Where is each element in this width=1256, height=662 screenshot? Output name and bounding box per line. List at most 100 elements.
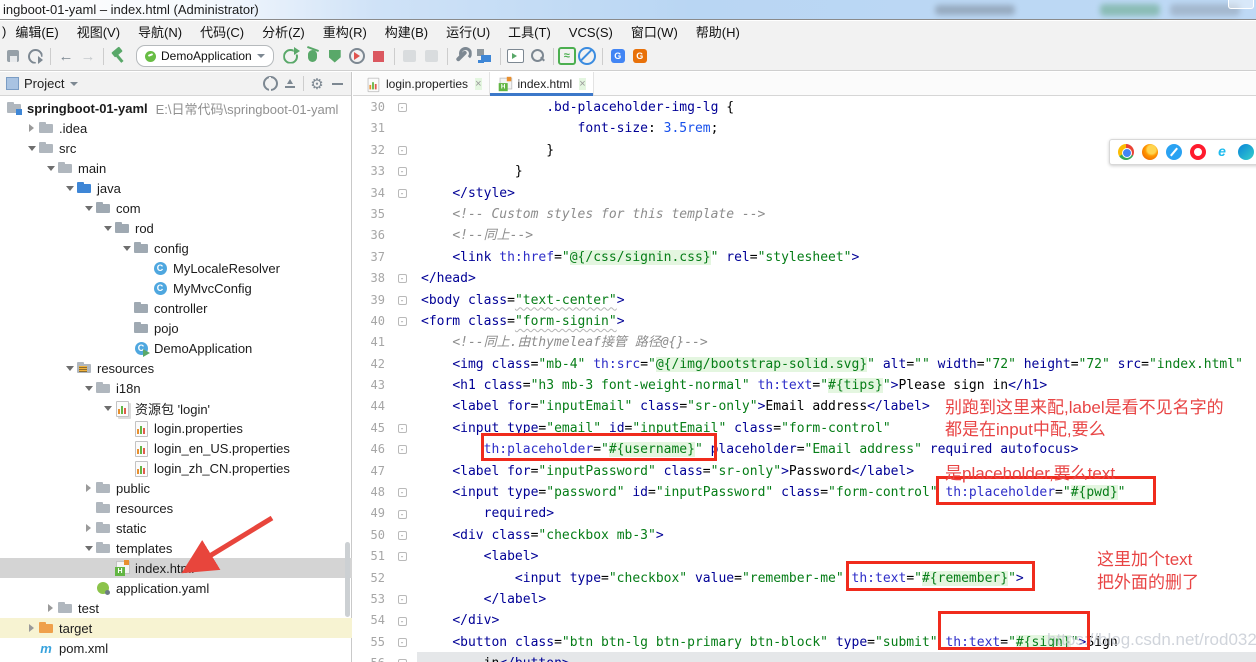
code-line-39[interactable]: 39-<body class="text-center"> <box>353 290 1256 311</box>
opera-browser-icon[interactable] <box>1190 144 1206 160</box>
code-line-56[interactable]: 56- in</button> <box>353 653 1256 662</box>
tree-collapse-arrow[interactable] <box>82 206 95 211</box>
tree-collapse-arrow[interactable] <box>101 226 114 231</box>
tree-item-src[interactable]: src <box>0 138 352 158</box>
tree-item-pojo[interactable]: pojo <box>0 318 352 338</box>
tree-item-static[interactable]: static <box>0 518 352 538</box>
regex-wave-icon[interactable]: ≈ <box>558 47 576 65</box>
safari-browser-icon[interactable] <box>1166 144 1182 160</box>
stop-icon[interactable] <box>368 45 390 67</box>
fold-marker[interactable]: - <box>387 610 417 631</box>
tree-expand-arrow[interactable] <box>82 484 95 492</box>
tree-item-login_en_us.properties[interactable]: login_en_US.properties <box>0 438 352 458</box>
translate-orange-icon[interactable] <box>629 45 651 67</box>
close-icon[interactable]: × <box>475 78 481 90</box>
rerun-icon[interactable] <box>280 45 302 67</box>
code-line-40[interactable]: 40-<form class="form-signin"> <box>353 311 1256 332</box>
project-structure-icon[interactable] <box>474 45 496 67</box>
tree-item-config[interactable]: config <box>0 238 352 258</box>
tree-item-application.yaml[interactable]: application.yaml <box>0 578 352 598</box>
fold-marker[interactable]: - <box>387 632 417 653</box>
tree-collapse-arrow[interactable] <box>82 386 95 391</box>
sync-icon[interactable] <box>24 45 46 67</box>
coverage-icon[interactable] <box>324 45 346 67</box>
tree-collapse-arrow[interactable] <box>63 186 76 191</box>
tree-collapse-arrow[interactable] <box>120 246 133 251</box>
fold-marker[interactable]: - <box>387 268 417 289</box>
profiler-icon[interactable] <box>346 45 368 67</box>
hammer-icon[interactable] <box>108 45 130 67</box>
tree-expand-arrow[interactable] <box>44 604 57 612</box>
tree-item-login_zh_cn.properties[interactable]: login_zh_CN.properties <box>0 458 352 478</box>
tree-item-index.html[interactable]: index.html <box>0 558 352 578</box>
menu-item[interactable]: 运行(U) <box>437 25 499 40</box>
fold-marker[interactable]: - <box>387 589 417 610</box>
code-line-37[interactable]: 37 <link th:href="@{/css/signin.css}" re… <box>353 247 1256 268</box>
tree-collapse-arrow[interactable] <box>82 546 95 551</box>
firefox-browser-icon[interactable] <box>1142 144 1158 160</box>
tree-item-resources[interactable]: resources <box>0 498 352 518</box>
tree-item-rod[interactable]: rod <box>0 218 352 238</box>
tree-item-java[interactable]: java <box>0 178 352 198</box>
save-icon[interactable] <box>2 45 24 67</box>
tree-item-resources[interactable]: resources <box>0 358 352 378</box>
tree-expand-arrow[interactable] <box>25 124 38 132</box>
back-icon[interactable]: ← <box>55 45 77 67</box>
translate-blue-icon[interactable] <box>607 45 629 67</box>
code-line-54[interactable]: 54- </div> <box>353 610 1256 631</box>
fold-marker[interactable]: - <box>387 140 417 161</box>
tree-item-public[interactable]: public <box>0 478 352 498</box>
fold-marker[interactable]: - <box>387 546 417 567</box>
minus-icon[interactable] <box>327 74 347 94</box>
fold-marker[interactable]: - <box>387 482 417 503</box>
tree-item-login.properties[interactable]: login.properties <box>0 418 352 438</box>
tree-expand-arrow[interactable] <box>25 624 38 632</box>
menu-item[interactable]: 构建(B) <box>376 25 437 40</box>
block-icon[interactable] <box>576 45 598 67</box>
tree-item-mymvcconfig[interactable]: MyMvcConfig <box>0 278 352 298</box>
menu-item[interactable]: 帮助(H) <box>687 25 749 40</box>
project-scrollbar-thumb[interactable] <box>345 542 350 617</box>
code-line-38[interactable]: 38-</head> <box>353 268 1256 289</box>
edge-browser-icon[interactable] <box>1238 144 1254 160</box>
tree-item-com[interactable]: com <box>0 198 352 218</box>
menu-item[interactable]: 导航(N) <box>129 25 191 40</box>
fold-marker[interactable]: - <box>387 311 417 332</box>
tree-item-demoapplication[interactable]: DemoApplication <box>0 338 352 358</box>
fold-marker[interactable]: - <box>387 439 417 460</box>
menu-item[interactable]: 编辑(E) <box>6 25 67 40</box>
gear-icon[interactable]: ⚙ <box>307 74 327 94</box>
code-line-50[interactable]: 50- <div class="checkbox mb-3"> <box>353 525 1256 546</box>
menu-item[interactable]: 代码(C) <box>191 25 253 40</box>
collapse-icon[interactable] <box>280 74 300 94</box>
editor-tab-login.properties[interactable]: login.properties× <box>358 72 490 95</box>
tree-item-i18n[interactable]: i18n <box>0 378 352 398</box>
tree-collapse-arrow[interactable] <box>63 366 76 371</box>
tree-item-pom.xml[interactable]: mpom.xml <box>0 638 352 658</box>
tree-item-test[interactable]: test <box>0 598 352 618</box>
title-bar[interactable]: ingboot-01-yaml – index.html (Administra… <box>0 0 1256 20</box>
fold-marker[interactable]: - <box>387 97 417 118</box>
run-configuration-select[interactable]: DemoApplication <box>136 45 274 67</box>
close-icon[interactable]: × <box>579 78 585 90</box>
tree-collapse-arrow[interactable] <box>25 146 38 151</box>
editor-tab-index.html[interactable]: index.html× <box>490 72 594 95</box>
fold-marker[interactable]: - <box>387 161 417 182</box>
disabled-b-icon[interactable] <box>421 45 443 67</box>
chevron-down-icon[interactable] <box>70 82 78 86</box>
ie-browser-icon[interactable]: e <box>1214 144 1230 160</box>
fold-marker[interactable]: - <box>387 653 417 662</box>
menu-item[interactable]: VCS(S) <box>560 25 622 40</box>
search-icon[interactable] <box>527 45 549 67</box>
project-panel-title[interactable]: Project <box>24 76 64 91</box>
code-line-35[interactable]: 35 <!-- Custom styles for this template … <box>353 204 1256 225</box>
debug-icon[interactable] <box>302 45 324 67</box>
code-line-41[interactable]: 41 <!--同上.由thymeleaf接管 路径@{}--> <box>353 332 1256 353</box>
tree-item-.idea[interactable]: .idea <box>0 118 352 138</box>
code-line-36[interactable]: 36 <!--同上--> <box>353 225 1256 246</box>
menu-item[interactable]: 视图(V) <box>68 25 129 40</box>
tree-collapse-arrow[interactable] <box>44 166 57 171</box>
code-line-49[interactable]: 49- required> <box>353 503 1256 524</box>
menu-item[interactable]: 分析(Z) <box>253 25 314 40</box>
tree-collapse-arrow[interactable] <box>101 406 114 411</box>
